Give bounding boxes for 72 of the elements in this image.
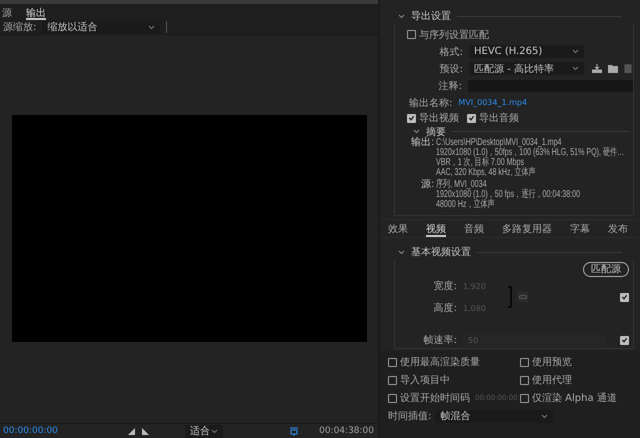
settings-tab[interactable]: 字幕 xyxy=(570,222,590,237)
preset-dropdown[interactable]: 匹配源 - 高比特率 xyxy=(469,62,584,75)
comments-field[interactable] xyxy=(468,80,633,92)
summary-text: 序列, MVI_0034 xyxy=(436,180,487,190)
match-source-button[interactable]: 匹配源 xyxy=(583,262,629,277)
summary-text: 1920x1080 (1.0)，50 fps，逐行，00:04:38:00 xyxy=(436,190,580,200)
checkbox-label: 导出音频 xyxy=(479,112,519,125)
checkbox-label: 设置开始时间码 xyxy=(400,392,470,405)
checkbox-label: 使用预览 xyxy=(532,356,572,369)
field-label: 格式: xyxy=(438,46,463,58)
checkbox[interactable] xyxy=(388,376,397,384)
mark-out-icon[interactable] xyxy=(142,428,149,434)
settings-tab[interactable]: 视频 xyxy=(426,222,446,237)
output-name-link[interactable]: MVI_0034_1.mp4 xyxy=(458,98,528,107)
import-preset-icon[interactable] xyxy=(608,64,618,73)
field-label: 输出名称: xyxy=(409,96,452,110)
panel-tab[interactable]: 源 xyxy=(2,6,12,20)
summary-text: C:\Users\HP\Desktop\MVI_0034_1.mp4 xyxy=(436,138,562,148)
field-label: 宽度: xyxy=(432,280,457,293)
checkbox[interactable] xyxy=(388,394,397,402)
checkbox[interactable] xyxy=(520,358,529,366)
checkbox[interactable] xyxy=(620,336,629,344)
save-preset-icon[interactable] xyxy=(592,64,602,73)
scaling-dropdown[interactable]: 缩放以适合 xyxy=(42,20,160,34)
checkbox[interactable] xyxy=(407,30,416,39)
summary-text: AAC, 320 Kbps, 48 kHz, 立体声 xyxy=(436,168,536,178)
summary-label: 源: xyxy=(420,180,434,192)
settings-tab[interactable]: 音频 xyxy=(464,222,484,237)
caret-icon xyxy=(148,24,156,30)
field-label: 帧速率: xyxy=(422,334,457,347)
field-label: 时间插值: xyxy=(388,410,432,423)
summary-text: VBR，1 次, 目标 7.00 Mbps xyxy=(436,158,524,168)
scaling-label: 源缩放: xyxy=(3,20,36,34)
checkbox-label: 仅渲染 Alpha 通道 xyxy=(532,392,617,405)
caret-icon xyxy=(541,414,548,418)
zoom-dropdown[interactable]: 适合 xyxy=(184,424,223,438)
checkbox-label: 与序列设置匹配 xyxy=(419,28,489,42)
bracket-icon xyxy=(508,286,512,308)
summary-text: 48000 Hz，立体声 xyxy=(436,200,495,210)
section-title: 导出设置 xyxy=(411,10,451,23)
checkbox[interactable] xyxy=(520,394,529,402)
frame-icon[interactable] xyxy=(288,426,299,436)
timecode[interactable]: 00:00:00:00 xyxy=(3,426,58,436)
caret-icon xyxy=(572,49,579,54)
mark-in-icon[interactable] xyxy=(128,428,135,434)
chevron-icon[interactable] xyxy=(413,129,420,134)
settings-tab[interactable]: 发布 xyxy=(608,222,628,237)
checkbox[interactable] xyxy=(520,376,529,384)
format-dropdown[interactable]: HEVC (H.265) xyxy=(469,45,584,58)
checkbox-label: 导入项目中 xyxy=(400,374,450,387)
settings-tab[interactable]: 多路复用器 xyxy=(502,222,552,237)
chevron-icon[interactable] xyxy=(398,250,405,254)
checkbox[interactable] xyxy=(407,114,416,122)
checkbox-label: 使用代理 xyxy=(532,374,572,387)
checkbox-label: 导出视频 xyxy=(419,112,459,125)
summary-title: 摘要 xyxy=(426,126,446,138)
checkbox-label: 使用最高渲染质量 xyxy=(400,356,480,369)
duration-timecode: 00:04:38:00 xyxy=(319,426,374,436)
section-title: 基本视频设置 xyxy=(411,246,471,259)
summary-text: 1920x1080 (1.0)，50fps，100 (63% HLG, 51% PQ), 硬件… xyxy=(436,148,624,158)
interpolation-dropdown[interactable]: 帧混合 xyxy=(435,410,554,422)
chevron-icon[interactable] xyxy=(398,14,405,18)
checkbox[interactable] xyxy=(620,292,629,302)
field-label: 高度: xyxy=(432,302,457,315)
field-label: 注释: xyxy=(438,80,462,92)
caret-icon xyxy=(210,428,218,434)
caret-icon xyxy=(572,66,579,71)
checkbox[interactable] xyxy=(467,114,476,122)
settings-tab[interactable]: 效果 xyxy=(388,222,408,237)
field-label: 预设: xyxy=(438,62,463,76)
summary-label: 输出: xyxy=(410,138,434,150)
checkbox[interactable] xyxy=(388,358,397,366)
